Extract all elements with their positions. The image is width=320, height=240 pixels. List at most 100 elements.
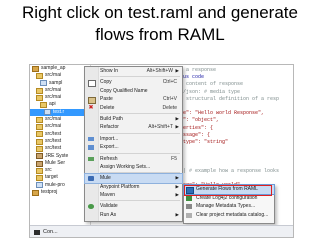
tree-item[interactable]: src/mai	[30, 87, 90, 94]
slide-title-line1: Right click on test.raml and generate	[22, 3, 298, 22]
submenu-arrow-icon: ▶	[175, 192, 179, 198]
tree-item[interactable]: src	[30, 167, 90, 174]
submenu-item-create-log4j2-configuration[interactable]: Create Log4j2 configuration	[184, 194, 274, 203]
tree-item-label: src/mai	[45, 94, 62, 101]
folder-icon	[36, 94, 43, 101]
tree-item-label: mule-pro	[45, 181, 65, 188]
tree-item[interactable]: src/mai	[30, 123, 90, 131]
menu-item-export[interactable]: Export...	[85, 143, 182, 151]
tree-item[interactable]: src/mai	[30, 72, 90, 79]
menu-item-show-in[interactable]: Show In Alt+Shift+W ▶	[85, 67, 182, 75]
menu-item-refresh[interactable]: Refresh F5	[85, 155, 182, 163]
menu-item-label: Copy Qualified Name	[100, 87, 148, 94]
submenu-item-clear-project-metadata-catalog[interactable]: Clear project metadata catalog...	[184, 211, 274, 220]
menu-separator	[100, 112, 180, 114]
menu-item-delete[interactable]: ✖ Delete Delete	[85, 104, 182, 112]
folder-icon	[40, 102, 47, 109]
tree-item-label: src/mai	[45, 86, 62, 93]
submenu-arrow-icon: ▶	[175, 115, 179, 121]
tree-item[interactable]: src/test	[30, 145, 90, 152]
submenu-arrow-icon: ▶	[175, 183, 179, 189]
tree-item[interactable]: src/mai	[30, 94, 90, 101]
submenu-item-label: Clear project metadata catalog...	[196, 211, 269, 218]
menu-item-label: Refresh	[100, 155, 118, 162]
folder-icon	[36, 138, 43, 145]
export-icon	[88, 145, 94, 150]
folder-icon	[36, 145, 43, 152]
file-icon	[36, 182, 43, 189]
menu-item-copy-qualified-name[interactable]: Copy Qualified Name	[85, 87, 182, 95]
mule-submenu: Generate Flows from RAML Create Log4j2 co…	[183, 184, 275, 224]
jar-icon	[36, 160, 43, 167]
console-tab[interactable]: Con...	[30, 225, 293, 237]
tree-item[interactable]: sample_ap	[30, 65, 90, 72]
menu-item-maven[interactable]: Maven ▶	[85, 191, 182, 199]
tree-item-label: sampl	[49, 79, 63, 86]
menu-item-mule[interactable]: Mule ▶	[84, 173, 183, 184]
menu-item-label: Copy	[100, 79, 112, 86]
slide-title-line2: flows from RAML	[95, 25, 225, 44]
context-menu: Show In Alt+Shift+W ▶ Copy Ctrl+C Copy Qualif…	[84, 66, 183, 222]
menu-item-assign-working-sets[interactable]: Assign Working Sets...	[85, 163, 182, 171]
tree-item-label: target	[45, 174, 58, 181]
menu-item-shortcut: Ctrl+C	[162, 79, 177, 86]
metadata-icon	[186, 204, 192, 210]
menu-separator	[100, 132, 180, 134]
menu-item-label: Anypoint Platform	[100, 183, 140, 190]
folder-icon	[36, 116, 43, 123]
tree-item[interactable]: sampl	[30, 80, 90, 87]
tree-item-label: JRE Syste	[45, 152, 69, 159]
menu-item-copy[interactable]: Copy Ctrl+C	[85, 78, 182, 87]
folder-icon	[36, 175, 43, 182]
tree-item-label: src	[45, 167, 52, 174]
tree-item[interactable]: testproj	[30, 189, 90, 196]
import-icon	[88, 136, 94, 142]
menu-item-label: Export...	[100, 144, 119, 151]
tree-item[interactable]: src/test	[30, 131, 90, 138]
submenu-item-generate-flows-from-raml[interactable]: Generate Flows from RAML	[183, 184, 275, 195]
menu-item-label: Maven	[100, 192, 116, 199]
menu-item-refactor[interactable]: Refactor Alt+Shift+T ▶	[85, 123, 182, 131]
ide-screenshot: sample_ap src/mai sampl src/mai src/mai api te…	[29, 64, 294, 238]
tree-item-label: sample_ap	[41, 65, 66, 71]
menu-item-shortcut: Delete	[162, 104, 177, 111]
menu-item-shortcut: Alt+Shift+T	[148, 124, 173, 131]
log-icon	[186, 195, 192, 201]
package-explorer: sample_ap src/mai sampl src/mai src/mai api te…	[30, 65, 91, 225]
menu-item-anypoint-platform[interactable]: Anypoint Platform ▶	[85, 183, 182, 191]
menu-separator	[100, 172, 180, 174]
tree-item[interactable]: api	[30, 101, 90, 109]
submenu-item-label: Manage Metadata Types...	[196, 203, 256, 210]
submenu-arrow-icon: ▶	[175, 68, 179, 73]
menu-item-label: Mule	[100, 175, 111, 182]
tree-item[interactable]: JRE Syste	[30, 153, 90, 160]
refresh-icon	[88, 156, 94, 162]
file-icon	[40, 80, 47, 87]
menu-item-validate[interactable]: Validate	[85, 202, 182, 210]
tree-item[interactable]: src/test	[30, 138, 90, 145]
menu-item-paste[interactable]: Paste Ctrl+V	[85, 95, 182, 104]
menu-item-label: Delete	[100, 104, 115, 111]
tree-item-label: src/mai	[45, 72, 62, 79]
menu-item-label: Import...	[100, 135, 119, 142]
menu-item-build-path[interactable]: Build Path ▶	[85, 115, 182, 123]
console-label: Con...	[43, 229, 58, 235]
folder-icon	[36, 72, 43, 79]
tree-item-label: src/test	[45, 130, 62, 137]
tree-item[interactable]: target	[30, 174, 90, 182]
tree-item[interactable]: test.r	[30, 108, 90, 117]
menu-item-label: Run As	[100, 211, 117, 218]
tree-item[interactable]: mule-pro	[30, 182, 90, 189]
file-icon	[44, 109, 51, 116]
folder-icon	[36, 131, 43, 138]
slide-title: Right click on test.raml and generate fl…	[0, 2, 320, 46]
tree-item[interactable]: src/mai	[30, 116, 90, 123]
tree-item[interactable]: Mule Ser	[30, 160, 90, 167]
tree-item-label: src/test	[45, 137, 62, 144]
tree-item-label: src/mai	[45, 123, 62, 130]
mule-icon	[88, 176, 94, 181]
menu-item-run-as[interactable]: Run As ▶	[85, 211, 182, 219]
menu-separator	[100, 200, 180, 202]
menu-item-import[interactable]: Import...	[85, 135, 182, 143]
submenu-item-manage-metadata-types[interactable]: Manage Metadata Types...	[184, 202, 274, 211]
